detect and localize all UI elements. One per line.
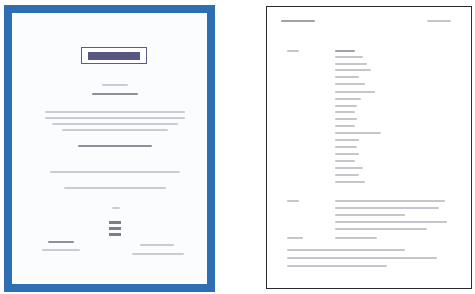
doc-text-line — [335, 132, 381, 134]
doc-text-line — [335, 111, 355, 113]
doc-text-line — [335, 69, 371, 71]
doc-text-line — [335, 181, 365, 183]
doc-text-line — [335, 125, 355, 127]
document-thumbnail[interactable] — [266, 6, 472, 289]
signature-caption — [132, 253, 184, 255]
certificate-page — [12, 13, 207, 284]
doc-footnote-line — [287, 265, 387, 267]
certificate-seal-icon — [109, 221, 121, 241]
doc-footnote-line — [287, 249, 405, 251]
certificate-text-line — [64, 187, 166, 189]
signature-line — [48, 241, 74, 243]
doc-text-line — [335, 146, 357, 148]
doc-text-line — [335, 83, 365, 85]
doc-text-line — [335, 139, 359, 141]
doc-header-left — [281, 20, 315, 22]
doc-text-line — [335, 237, 377, 239]
doc-text-line — [335, 228, 427, 230]
doc-text-line — [335, 200, 445, 202]
certificate-thumbnail[interactable] — [4, 5, 215, 292]
certificate-name-line — [92, 93, 138, 95]
certificate-logo — [81, 47, 147, 64]
doc-label — [287, 200, 299, 202]
doc-text-line — [335, 167, 363, 169]
doc-label — [287, 237, 303, 239]
signature-caption — [42, 249, 80, 251]
doc-text-line — [335, 105, 357, 107]
doc-footnote-line — [287, 257, 437, 259]
doc-text-line — [335, 50, 355, 52]
signature-line — [140, 244, 174, 246]
certificate-text-line — [50, 171, 180, 173]
certificate-text-line — [102, 84, 128, 86]
doc-text-line — [335, 91, 375, 93]
certificate-text-line — [45, 111, 185, 113]
certificate-text-line — [52, 123, 178, 125]
doc-text-line — [335, 153, 359, 155]
certificate-text-line — [45, 117, 185, 119]
doc-text-line — [335, 76, 359, 78]
doc-text-line — [335, 63, 367, 65]
doc-label — [287, 50, 299, 52]
doc-text-line — [335, 56, 363, 58]
doc-text-line — [335, 118, 357, 120]
doc-text-line — [335, 214, 405, 216]
doc-text-line — [335, 160, 355, 162]
doc-text-line — [335, 221, 447, 223]
doc-text-line — [335, 98, 361, 100]
certificate-title-line — [78, 145, 152, 147]
certificate-text-line — [112, 207, 120, 209]
doc-text-line — [335, 174, 359, 176]
doc-header-right — [427, 20, 451, 22]
certificate-text-line — [62, 129, 168, 131]
doc-text-line — [335, 207, 439, 209]
